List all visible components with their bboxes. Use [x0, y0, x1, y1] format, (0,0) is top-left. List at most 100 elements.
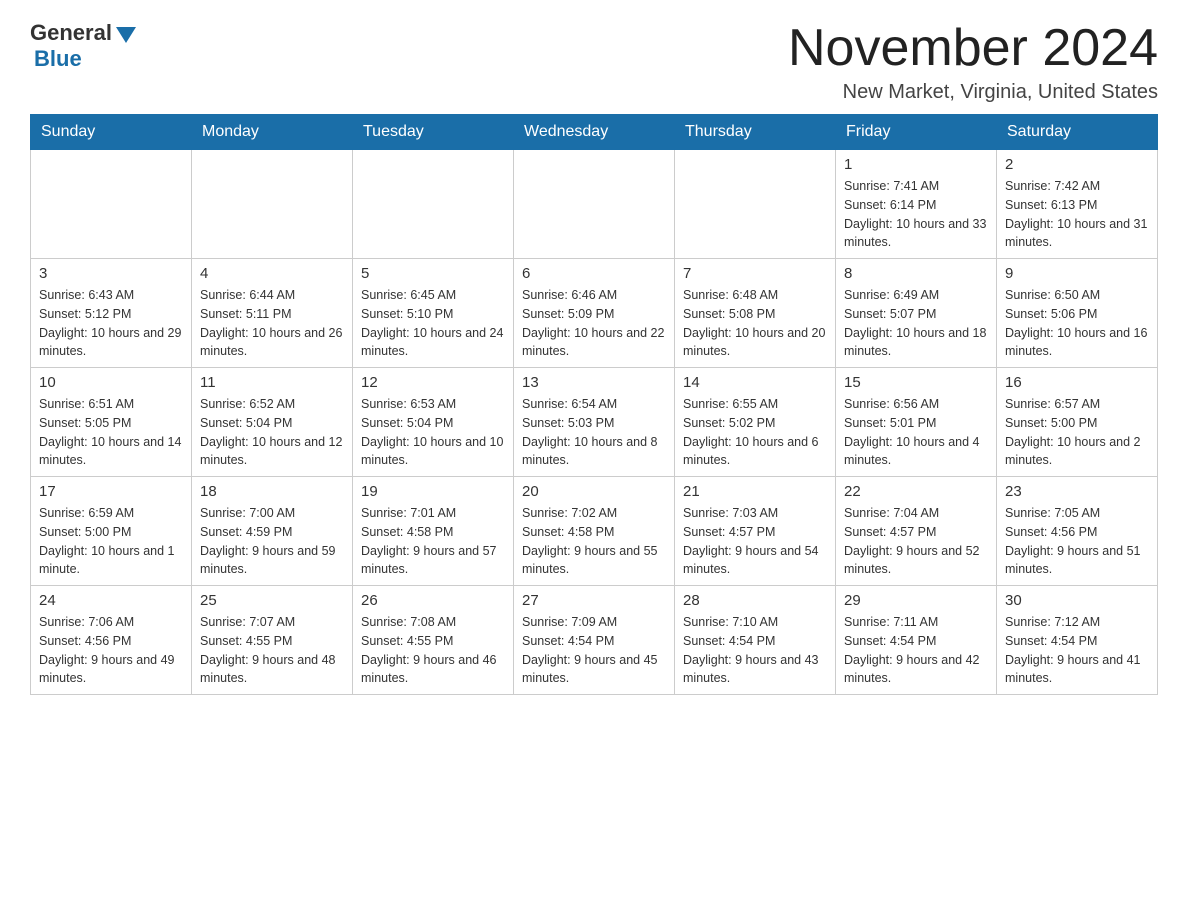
calendar-cell: 9 Sunrise: 6:50 AMSunset: 5:06 PMDaylight…: [997, 259, 1158, 368]
calendar-cell: 12 Sunrise: 6:53 AMSunset: 5:04 PMDayligh…: [353, 368, 514, 477]
day-info: Sunrise: 6:50 AMSunset: 5:06 PMDaylight:…: [1005, 286, 1149, 361]
day-number: 18: [200, 483, 344, 500]
day-number: 30: [1005, 592, 1149, 609]
day-info: Sunrise: 6:44 AMSunset: 5:11 PMDaylight:…: [200, 286, 344, 361]
day-info: Sunrise: 7:12 AMSunset: 4:54 PMDaylight:…: [1005, 613, 1149, 688]
calendar-cell: [353, 150, 514, 259]
day-number: 22: [844, 483, 988, 500]
calendar-cell: 28 Sunrise: 7:10 AMSunset: 4:54 PMDayligh…: [675, 586, 836, 695]
day-number: 7: [683, 265, 827, 282]
day-number: 24: [39, 592, 183, 609]
calendar-cell: [31, 150, 192, 259]
calendar-cell: 17 Sunrise: 6:59 AMSunset: 5:00 PMDayligh…: [31, 477, 192, 586]
calendar-cell: 13 Sunrise: 6:54 AMSunset: 5:03 PMDayligh…: [514, 368, 675, 477]
day-number: 4: [200, 265, 344, 282]
day-info: Sunrise: 7:11 AMSunset: 4:54 PMDaylight:…: [844, 613, 988, 688]
calendar-week-2: 3Sunrise: 6:43 AMSunset: 5:12 PMDaylight…: [31, 259, 1158, 368]
calendar-week-1: 1 Sunrise: 7:41 AMSunset: 6:14 PMDaylight…: [31, 150, 1158, 259]
logo: General Blue: [30, 20, 136, 72]
day-number: 19: [361, 483, 505, 500]
day-number: 1: [844, 156, 988, 173]
calendar-cell: 23 Sunrise: 7:05 AMSunset: 4:56 PMDayligh…: [997, 477, 1158, 586]
calendar-cell: [675, 150, 836, 259]
day-number: 9: [1005, 265, 1149, 282]
weekday-header-wednesday: Wednesday: [514, 115, 675, 150]
calendar-week-3: 10 Sunrise: 6:51 AMSunset: 5:05 PMDayligh…: [31, 368, 1158, 477]
day-number: 25: [200, 592, 344, 609]
calendar-cell: 30 Sunrise: 7:12 AMSunset: 4:54 PMDayligh…: [997, 586, 1158, 695]
day-number: 8: [844, 265, 988, 282]
calendar-cell: 2 Sunrise: 7:42 AMSunset: 6:13 PMDaylight…: [997, 150, 1158, 259]
day-info: Sunrise: 6:45 AMSunset: 5:10 PMDaylight:…: [361, 286, 505, 361]
calendar-cell: 5 Sunrise: 6:45 AMSunset: 5:10 PMDaylight…: [353, 259, 514, 368]
calendar-cell: [192, 150, 353, 259]
day-info: Sunrise: 7:41 AMSunset: 6:14 PMDaylight:…: [844, 177, 988, 252]
day-number: 5: [361, 265, 505, 282]
weekday-header-sunday: Sunday: [31, 115, 192, 150]
day-info: Sunrise: 6:56 AMSunset: 5:01 PMDaylight:…: [844, 395, 988, 470]
weekday-header-saturday: Saturday: [997, 115, 1158, 150]
day-number: 20: [522, 483, 666, 500]
calendar-cell: 15 Sunrise: 6:56 AMSunset: 5:01 PMDayligh…: [836, 368, 997, 477]
day-info: Sunrise: 7:04 AMSunset: 4:57 PMDaylight:…: [844, 504, 988, 579]
calendar-cell: 4 Sunrise: 6:44 AMSunset: 5:11 PMDaylight…: [192, 259, 353, 368]
calendar-cell: 6Sunrise: 6:46 AMSunset: 5:09 PMDaylight…: [514, 259, 675, 368]
day-number: 23: [1005, 483, 1149, 500]
day-number: 28: [683, 592, 827, 609]
calendar-table: SundayMondayTuesdayWednesdayThursdayFrid…: [30, 114, 1158, 695]
day-number: 11: [200, 374, 344, 391]
day-info: Sunrise: 7:01 AMSunset: 4:58 PMDaylight:…: [361, 504, 505, 579]
day-info: Sunrise: 6:54 AMSunset: 5:03 PMDaylight:…: [522, 395, 666, 470]
day-number: 13: [522, 374, 666, 391]
day-number: 10: [39, 374, 183, 391]
calendar-cell: 21Sunrise: 7:03 AMSunset: 4:57 PMDayligh…: [675, 477, 836, 586]
calendar-cell: 19 Sunrise: 7:01 AMSunset: 4:58 PMDayligh…: [353, 477, 514, 586]
day-info: Sunrise: 6:53 AMSunset: 5:04 PMDaylight:…: [361, 395, 505, 470]
calendar-week-4: 17 Sunrise: 6:59 AMSunset: 5:00 PMDayligh…: [31, 477, 1158, 586]
calendar-cell: 8 Sunrise: 6:49 AMSunset: 5:07 PMDaylight…: [836, 259, 997, 368]
calendar-cell: 11Sunrise: 6:52 AMSunset: 5:04 PMDayligh…: [192, 368, 353, 477]
weekday-header-tuesday: Tuesday: [353, 115, 514, 150]
day-info: Sunrise: 6:43 AMSunset: 5:12 PMDaylight:…: [39, 286, 183, 361]
calendar-cell: 27Sunrise: 7:09 AMSunset: 4:54 PMDayligh…: [514, 586, 675, 695]
day-number: 12: [361, 374, 505, 391]
day-info: Sunrise: 6:59 AMSunset: 5:00 PMDaylight:…: [39, 504, 183, 579]
day-info: Sunrise: 7:09 AMSunset: 4:54 PMDaylight:…: [522, 613, 666, 688]
day-info: Sunrise: 7:10 AMSunset: 4:54 PMDaylight:…: [683, 613, 827, 688]
day-info: Sunrise: 6:55 AMSunset: 5:02 PMDaylight:…: [683, 395, 827, 470]
calendar-cell: 29 Sunrise: 7:11 AMSunset: 4:54 PMDayligh…: [836, 586, 997, 695]
day-number: 29: [844, 592, 988, 609]
day-info: Sunrise: 7:42 AMSunset: 6:13 PMDaylight:…: [1005, 177, 1149, 252]
day-info: Sunrise: 6:51 AMSunset: 5:05 PMDaylight:…: [39, 395, 183, 470]
calendar-cell: [514, 150, 675, 259]
logo-blue-text: Blue: [34, 46, 82, 71]
calendar-cell: 16Sunrise: 6:57 AMSunset: 5:00 PMDayligh…: [997, 368, 1158, 477]
day-info: Sunrise: 7:06 AMSunset: 4:56 PMDaylight:…: [39, 613, 183, 688]
day-info: Sunrise: 7:00 AMSunset: 4:59 PMDaylight:…: [200, 504, 344, 579]
calendar-cell: 26Sunrise: 7:08 AMSunset: 4:55 PMDayligh…: [353, 586, 514, 695]
calendar-cell: 24 Sunrise: 7:06 AMSunset: 4:56 PMDayligh…: [31, 586, 192, 695]
calendar-cell: 22 Sunrise: 7:04 AMSunset: 4:57 PMDayligh…: [836, 477, 997, 586]
weekday-header-friday: Friday: [836, 115, 997, 150]
day-number: 2: [1005, 156, 1149, 173]
month-title: November 2024: [788, 20, 1158, 77]
day-info: Sunrise: 6:48 AMSunset: 5:08 PMDaylight:…: [683, 286, 827, 361]
day-info: Sunrise: 7:05 AMSunset: 4:56 PMDaylight:…: [1005, 504, 1149, 579]
day-number: 6: [522, 265, 666, 282]
day-number: 26: [361, 592, 505, 609]
day-info: Sunrise: 6:49 AMSunset: 5:07 PMDaylight:…: [844, 286, 988, 361]
weekday-header-row: SundayMondayTuesdayWednesdayThursdayFrid…: [31, 115, 1158, 150]
title-section: November 2024 New Market, Virginia, Unit…: [788, 20, 1158, 104]
day-number: 17: [39, 483, 183, 500]
calendar-cell: 3Sunrise: 6:43 AMSunset: 5:12 PMDaylight…: [31, 259, 192, 368]
day-number: 14: [683, 374, 827, 391]
day-info: Sunrise: 7:07 AMSunset: 4:55 PMDaylight:…: [200, 613, 344, 688]
weekday-header-thursday: Thursday: [675, 115, 836, 150]
calendar-cell: 10 Sunrise: 6:51 AMSunset: 5:05 PMDayligh…: [31, 368, 192, 477]
day-number: 15: [844, 374, 988, 391]
day-info: Sunrise: 7:03 AMSunset: 4:57 PMDaylight:…: [683, 504, 827, 579]
calendar-cell: 20Sunrise: 7:02 AMSunset: 4:58 PMDayligh…: [514, 477, 675, 586]
day-info: Sunrise: 6:57 AMSunset: 5:00 PMDaylight:…: [1005, 395, 1149, 470]
calendar-cell: 1 Sunrise: 7:41 AMSunset: 6:14 PMDaylight…: [836, 150, 997, 259]
page-header: General Blue November 2024 New Market, V…: [30, 20, 1158, 104]
